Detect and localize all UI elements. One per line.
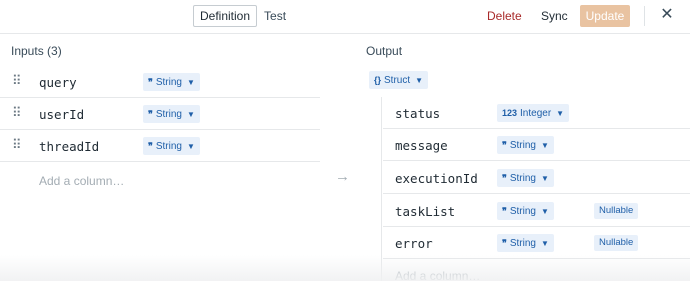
- caret-down-icon: ▼: [186, 110, 195, 119]
- type-label: String: [155, 109, 182, 120]
- output-row-message: message ❞ String ▼: [383, 129, 690, 161]
- input-row-userId: ⠿ userId ❞ String ▼: [0, 98, 320, 130]
- add-output-column[interactable]: Add a column…: [395, 269, 480, 281]
- type-selector[interactable]: ❞ String ▼: [497, 234, 554, 252]
- tab-test[interactable]: Test: [257, 5, 293, 27]
- sync-button[interactable]: Sync: [541, 5, 568, 27]
- field-name[interactable]: taskList: [395, 204, 455, 219]
- nullable-badge[interactable]: Nullable: [594, 235, 639, 251]
- type-label: Integer: [520, 108, 552, 119]
- field-name[interactable]: userId: [39, 107, 84, 122]
- type-selector[interactable]: ❞ String ▼: [143, 137, 200, 155]
- quote-icon: ❞: [502, 206, 507, 216]
- toolbar: Definition Test Delete Sync Update ✕: [0, 0, 690, 34]
- caret-down-icon: ▼: [540, 174, 549, 183]
- output-row-executionId: executionId ❞ String ▼: [383, 162, 690, 194]
- toolbar-divider: [644, 6, 645, 26]
- field-name[interactable]: query: [39, 75, 77, 90]
- field-name[interactable]: message: [395, 138, 448, 153]
- output-row-taskList: taskList ❞ String ▼ Nullable: [383, 195, 690, 227]
- input-row-threadId: ⠿ threadId ❞ String ▼: [0, 130, 320, 162]
- type-selector[interactable]: ❞ String ▼: [143, 105, 200, 123]
- type-label: String: [155, 141, 182, 152]
- braces-icon: {}: [374, 75, 382, 85]
- drag-handle-icon[interactable]: ⠿: [12, 74, 22, 88]
- field-name[interactable]: threadId: [39, 139, 99, 154]
- caret-down-icon: ▼: [415, 76, 424, 85]
- tab-definition[interactable]: Definition: [193, 5, 258, 27]
- delete-button[interactable]: Delete: [487, 5, 522, 27]
- quote-icon: ❞: [148, 77, 153, 87]
- type-label: String: [155, 77, 182, 88]
- type-selector[interactable]: 123 Integer ▼: [497, 104, 570, 122]
- input-row-query: ⠿ query ❞ String ▼: [0, 66, 320, 98]
- caret-down-icon: ▼: [540, 141, 549, 150]
- caret-down-icon: ▼: [540, 239, 549, 248]
- type-selector[interactable]: ❞ String ▼: [497, 169, 554, 187]
- quote-icon: ❞: [502, 238, 507, 248]
- output-row-status: status 123 Integer ▼: [383, 97, 690, 129]
- quote-icon: ❞: [502, 140, 507, 150]
- field-name[interactable]: executionId: [395, 171, 478, 186]
- close-icon[interactable]: ✕: [658, 4, 676, 26]
- update-button[interactable]: Update: [580, 5, 630, 27]
- drag-handle-icon[interactable]: ⠿: [12, 138, 22, 152]
- struct-type-selector[interactable]: {} Struct ▼: [369, 71, 429, 89]
- type-selector[interactable]: ❞ String ▼: [497, 136, 554, 154]
- caret-down-icon: ▼: [186, 78, 195, 87]
- tab-group: Definition Test: [193, 5, 293, 27]
- nullable-badge[interactable]: Nullable: [594, 203, 639, 219]
- number-icon: 123: [502, 108, 518, 118]
- field-name[interactable]: error: [395, 236, 433, 251]
- type-label: String: [509, 140, 536, 151]
- type-selector[interactable]: ❞ String ▼: [143, 73, 200, 91]
- drag-handle-icon[interactable]: ⠿: [12, 106, 22, 120]
- type-label: Struct: [384, 75, 411, 86]
- quote-icon: ❞: [148, 141, 153, 151]
- type-label: String: [509, 238, 536, 249]
- add-input-column[interactable]: Add a column…: [39, 174, 124, 188]
- caret-down-icon: ▼: [556, 109, 565, 118]
- caret-down-icon: ▼: [540, 207, 549, 216]
- inputs-title: Inputs (3): [11, 44, 62, 58]
- field-name[interactable]: status: [395, 106, 440, 121]
- type-label: String: [509, 173, 536, 184]
- type-selector[interactable]: ❞ String ▼: [497, 202, 554, 220]
- caret-down-icon: ▼: [186, 142, 195, 151]
- quote-icon: ❞: [502, 173, 507, 183]
- arrow-right-icon: →: [335, 168, 350, 185]
- output-title: Output: [366, 44, 403, 58]
- quote-icon: ❞: [148, 109, 153, 119]
- type-label: String: [509, 206, 536, 217]
- output-row-error: error ❞ String ▼ Nullable: [383, 227, 690, 259]
